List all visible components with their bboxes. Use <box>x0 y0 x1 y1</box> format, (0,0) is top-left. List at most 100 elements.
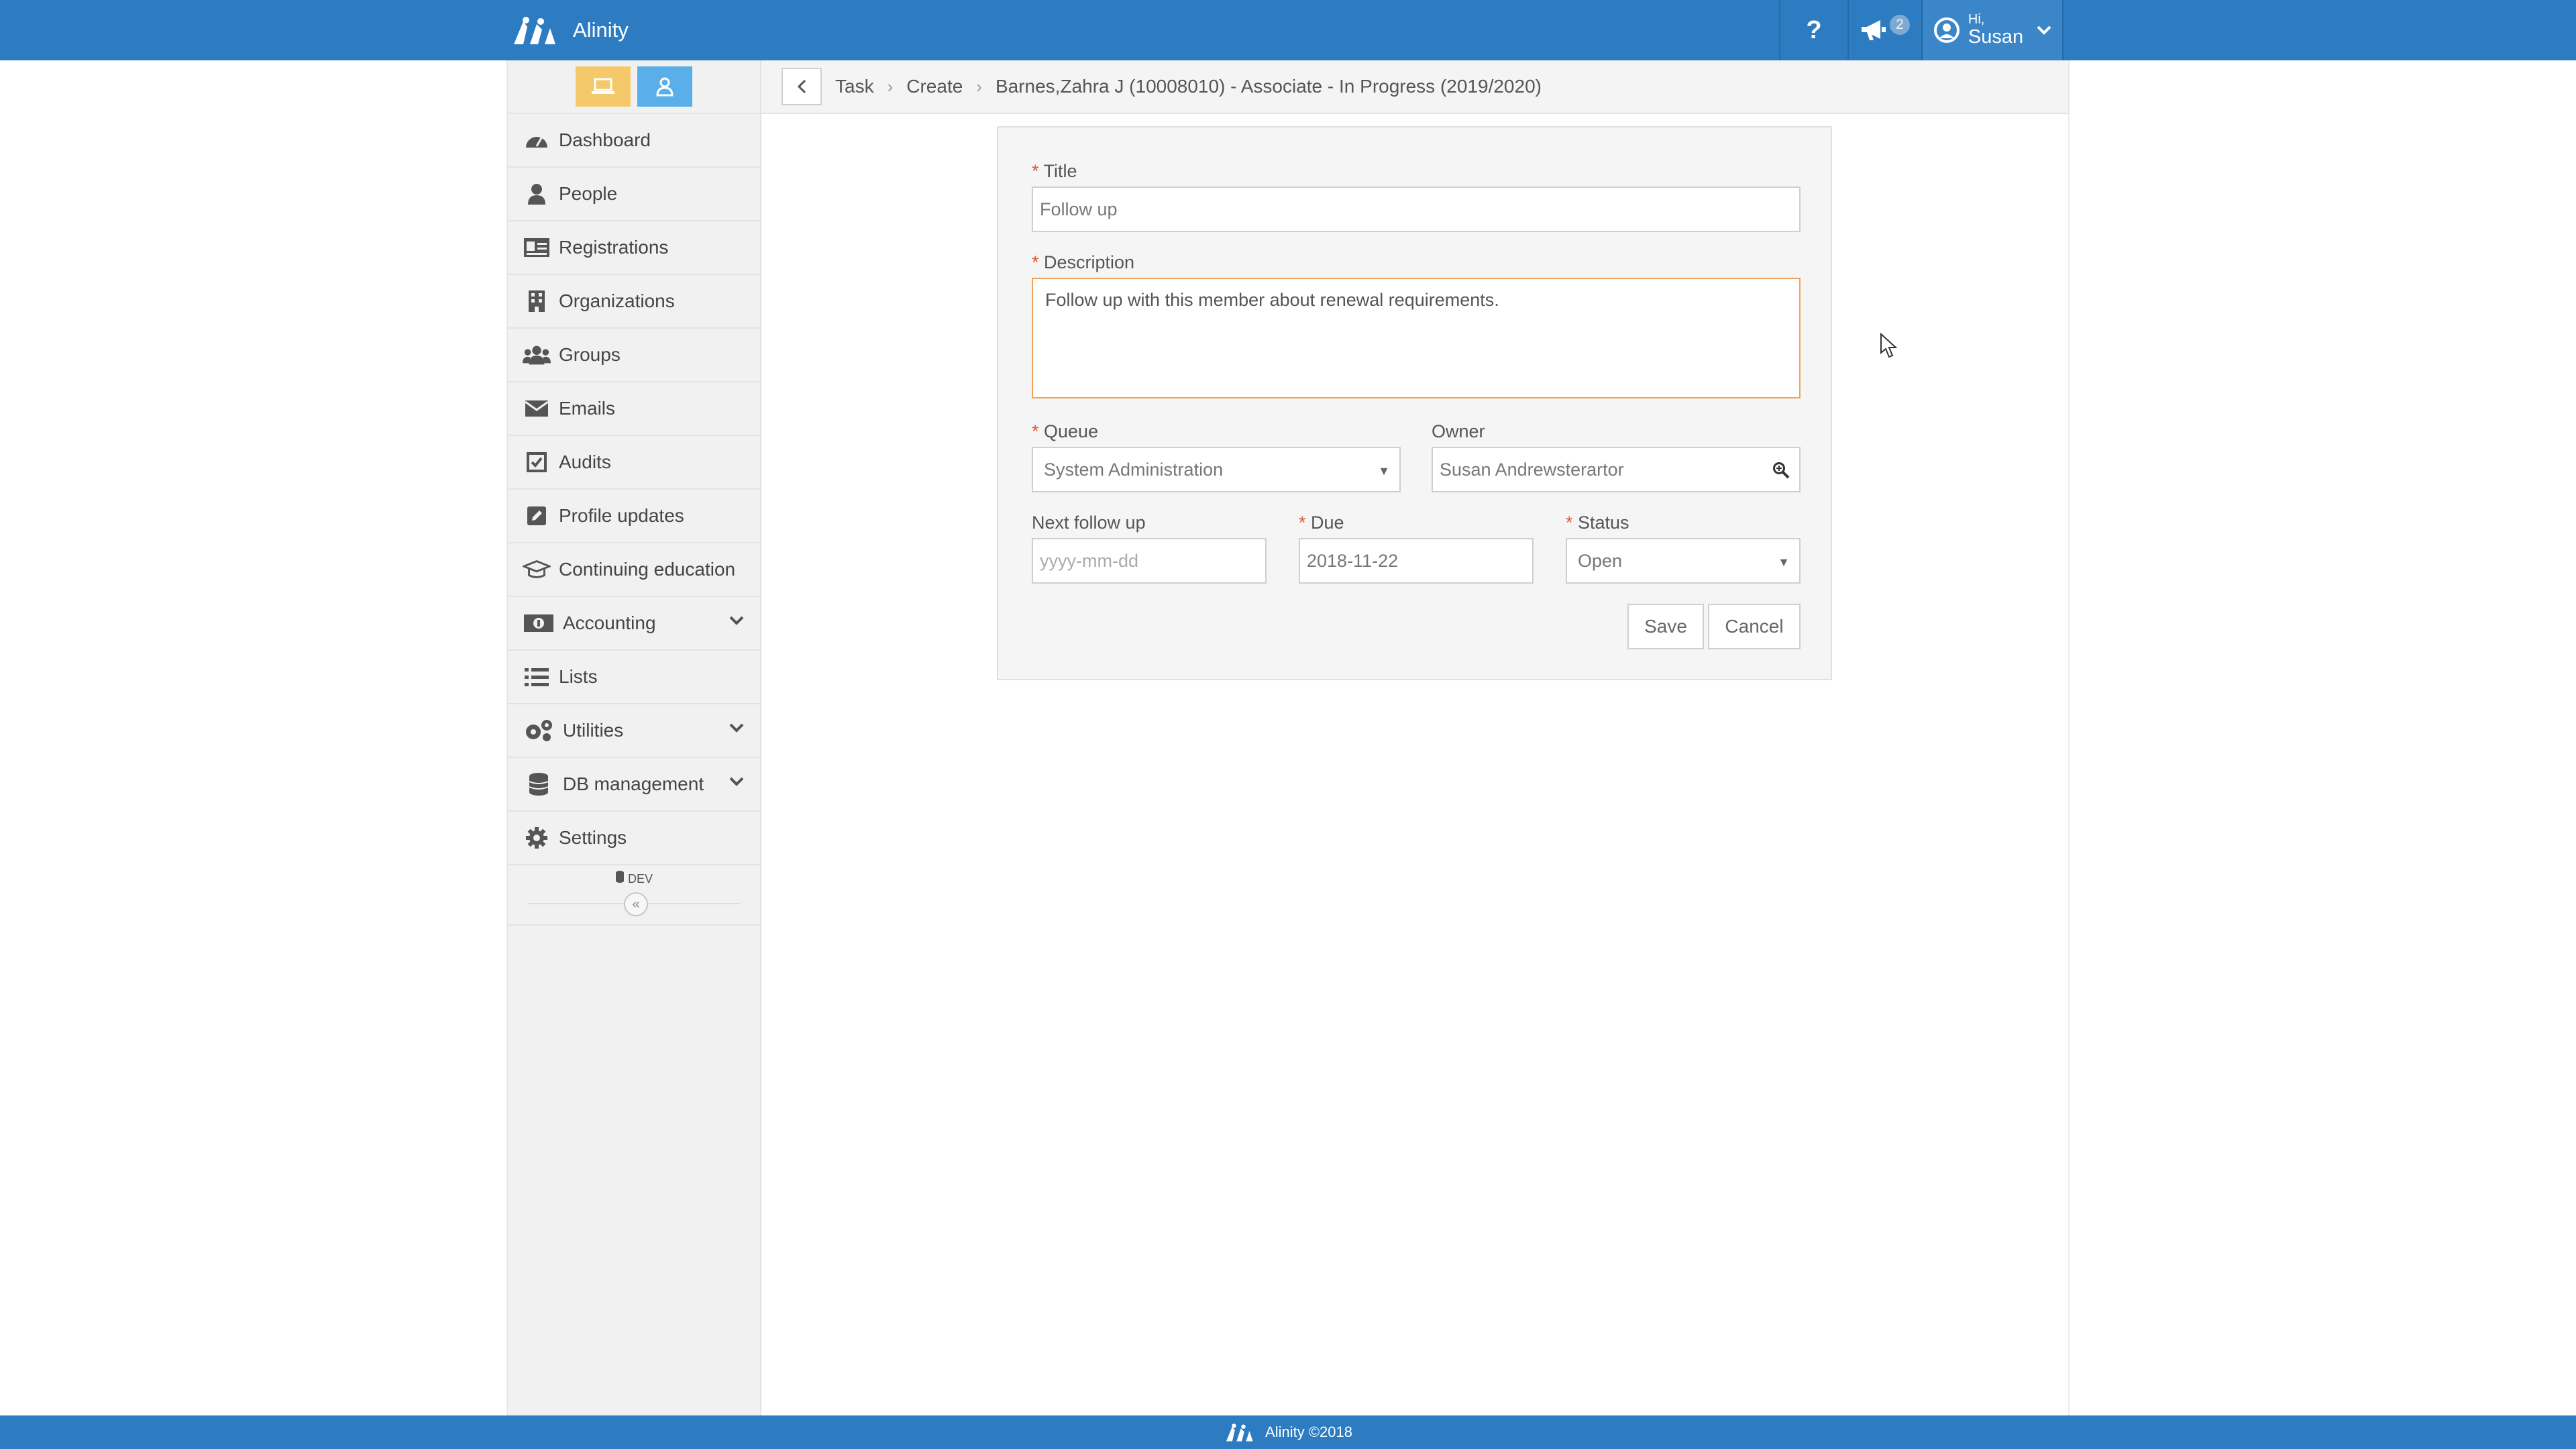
caret-down-icon: ▼ <box>1378 464 1390 478</box>
sidebar-item-label: Settings <box>559 827 627 848</box>
due-date-input[interactable]: 2018-11-22 <box>1299 538 1534 584</box>
sidebar-item-label: DB management <box>563 773 704 794</box>
task-form: * Title Follow up * Description Follow u… <box>997 126 1832 680</box>
environment-label: DEV <box>508 871 760 886</box>
queue-label: * Queue <box>1032 421 1099 441</box>
sidebar-item-audits[interactable]: Audits <box>508 436 760 490</box>
sidebar-item-people[interactable]: People <box>508 168 760 221</box>
status-label: * Status <box>1566 513 1629 533</box>
footer: Alinity ©2018 <box>0 1415 2576 1449</box>
breadcrumb-item-task[interactable]: Task <box>835 76 874 97</box>
desktop-mode-button[interactable] <box>576 66 631 107</box>
notifications-button[interactable]: 2 <box>1847 0 1921 60</box>
collapse-sidebar-button[interactable]: « <box>624 892 648 916</box>
chevron-down-icon <box>729 616 744 625</box>
building-icon <box>523 289 551 313</box>
double-chevron-left-icon: « <box>632 896 640 912</box>
list-icon <box>523 665 551 689</box>
sidebar-item-emails[interactable]: Emails <box>508 382 760 436</box>
alinity-logo-icon <box>1226 1424 1253 1442</box>
owner-lookup[interactable]: Susan Andrewsterartor <box>1432 447 1801 492</box>
cancel-button[interactable]: Cancel <box>1708 604 1801 649</box>
description-label: * Description <box>1032 252 1135 272</box>
status-select[interactable]: Open ▼ <box>1566 538 1801 584</box>
alinity-logo-icon <box>514 17 555 44</box>
next-follow-up-label: Next follow up <box>1032 513 1146 533</box>
footer-text: Alinity ©2018 <box>1265 1424 1352 1440</box>
sidebar-item-label: Lists <box>559 666 598 687</box>
notification-count-badge: 2 <box>1890 15 1910 35</box>
question-icon: ? <box>1806 15 1822 44</box>
envelope-icon <box>523 396 551 421</box>
breadcrumb-separator: › <box>887 76 894 97</box>
top-bar: Alinity ? 2 Hi, Susan <box>0 0 2576 60</box>
sidebar-item-db-management[interactable]: DB management <box>508 758 760 812</box>
chevron-down-icon <box>2037 25 2051 35</box>
sidebar-item-label: Dashboard <box>559 129 651 150</box>
breadcrumb: Task › Create › Barnes,Zahra J (10008010… <box>761 60 2070 114</box>
sidebar-item-label: Continuing education <box>559 559 736 580</box>
user-icon <box>656 77 674 97</box>
laptop-icon <box>592 78 614 94</box>
dashboard-icon <box>523 128 551 152</box>
sidebar-item-organizations[interactable]: Organizations <box>508 275 760 329</box>
sidebar-item-registrations[interactable]: Registrations <box>508 221 760 275</box>
users-icon <box>523 343 551 367</box>
sidebar-item-groups[interactable]: Groups <box>508 329 760 382</box>
user-menu-button[interactable]: Hi, Susan <box>1921 0 2063 60</box>
user-greeting: Hi, <box>1968 12 1985 28</box>
database-icon <box>523 772 555 796</box>
user-name: Susan <box>1968 26 2024 48</box>
title-input[interactable]: Follow up <box>1032 186 1801 232</box>
search-icon[interactable] <box>1772 462 1790 479</box>
mouse-cursor-icon <box>1880 333 1898 358</box>
sidebar-item-label: Profile updates <box>559 505 684 526</box>
sidebar-item-label: Registrations <box>559 237 669 258</box>
sidebar-item-profile-updates[interactable]: Profile updates <box>508 490 760 543</box>
owner-label: Owner <box>1432 421 1485 441</box>
money-icon <box>523 611 555 635</box>
save-button[interactable]: Save <box>1627 604 1704 649</box>
chevron-left-icon <box>797 79 806 94</box>
help-button[interactable]: ? <box>1779 0 1847 60</box>
caret-down-icon: ▼ <box>1778 555 1790 569</box>
app-name: Alinity <box>573 18 629 42</box>
content-border <box>2068 114 2070 1415</box>
sidebar-item-dashboard[interactable]: Dashboard <box>508 114 760 168</box>
graduation-cap-icon <box>523 557 551 582</box>
cogs-icon <box>523 718 555 743</box>
description-textarea[interactable]: Follow up with this member about renewal… <box>1032 278 1801 398</box>
id-card-icon <box>523 235 551 260</box>
sidebar-item-label: Groups <box>559 344 621 365</box>
sidebar-item-settings[interactable]: Settings <box>508 812 760 865</box>
sidebar-item-continuing-education[interactable]: Continuing education <box>508 543 760 597</box>
chevron-down-icon <box>729 777 744 786</box>
person-icon <box>523 182 551 206</box>
mode-switch <box>508 60 760 114</box>
chevron-down-icon <box>729 723 744 733</box>
megaphone-icon <box>1862 20 1886 40</box>
due-label: * Due <box>1299 513 1344 533</box>
sidebar-item-label: Accounting <box>563 612 656 633</box>
sidebar-item-label: People <box>559 183 618 204</box>
queue-select[interactable]: System Administration ▼ <box>1032 447 1401 492</box>
sidebar-item-label: Organizations <box>559 290 675 311</box>
environment-area: DEV « <box>508 865 760 926</box>
gear-icon <box>523 826 551 850</box>
title-label: * Title <box>1032 161 1077 181</box>
brand[interactable]: Alinity <box>510 0 629 60</box>
sidebar: Dashboard People Registrations Organizat… <box>506 60 761 1415</box>
user-mode-button[interactable] <box>637 66 692 107</box>
database-icon <box>615 871 624 883</box>
sidebar-item-accounting[interactable]: Accounting <box>508 597 760 651</box>
breadcrumb-item-record: Barnes,Zahra J (10008010) - Associate - … <box>995 76 1542 97</box>
sidebar-item-label: Emails <box>559 398 616 419</box>
checkbox-icon <box>523 450 551 474</box>
sidebar-item-lists[interactable]: Lists <box>508 651 760 704</box>
breadcrumb-separator: › <box>976 76 982 97</box>
back-button[interactable] <box>782 68 822 105</box>
breadcrumb-item-create[interactable]: Create <box>906 76 963 97</box>
sidebar-item-label: Utilities <box>563 720 624 741</box>
sidebar-item-utilities[interactable]: Utilities <box>508 704 760 758</box>
next-follow-up-input[interactable]: yyyy-mm-dd <box>1032 538 1267 584</box>
